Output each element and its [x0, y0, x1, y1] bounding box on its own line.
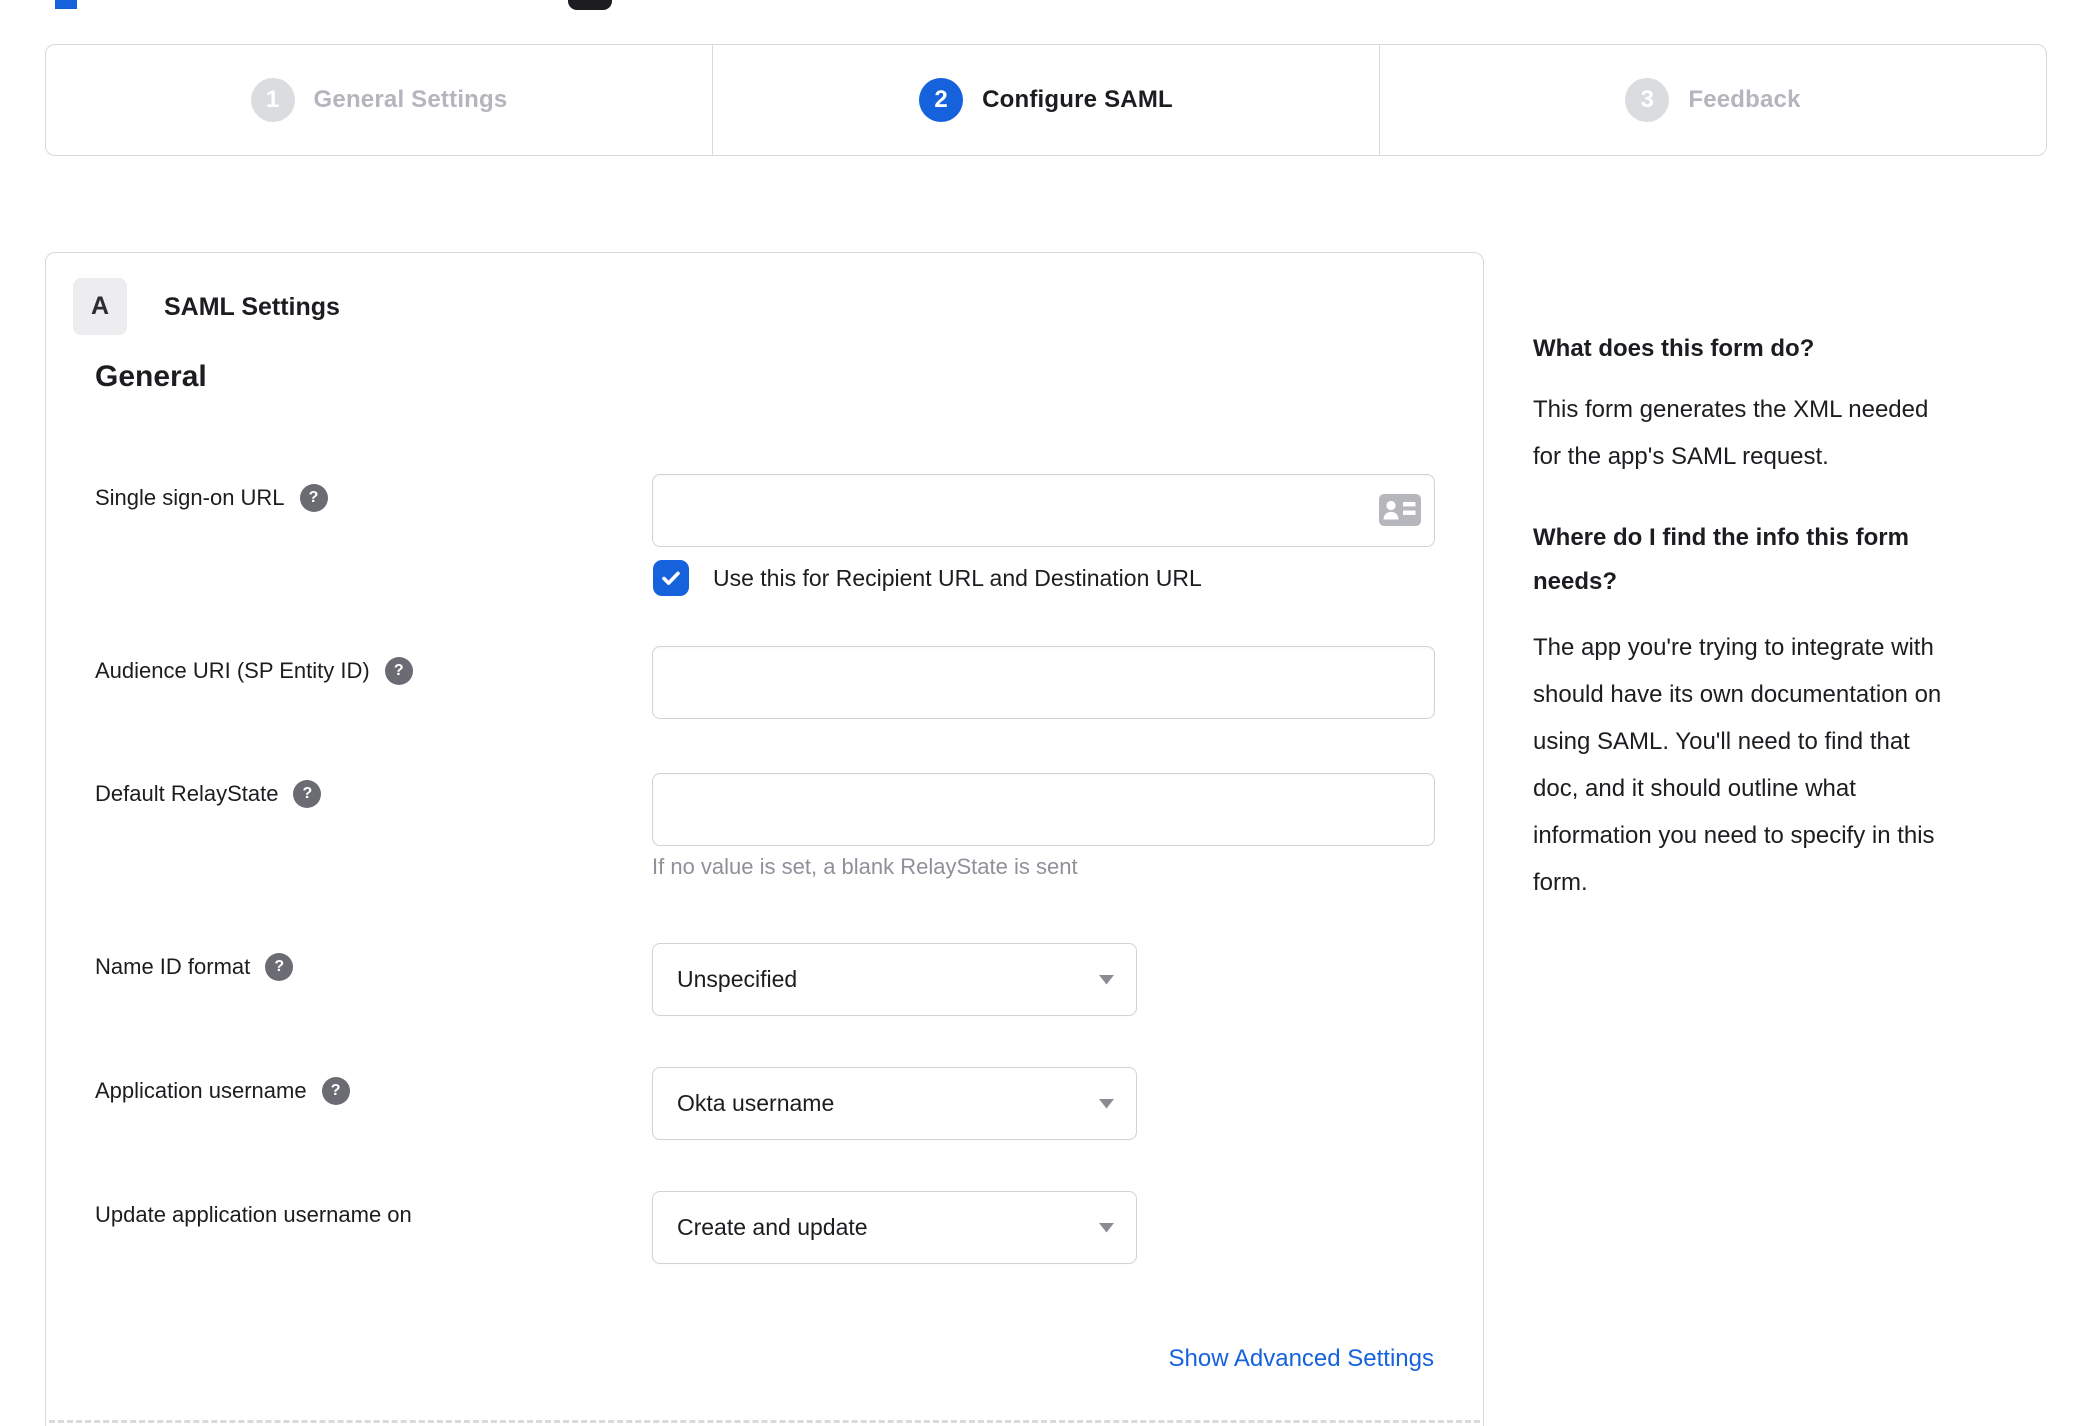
dropdown-caret-icon	[1099, 1098, 1114, 1108]
step-feedback[interactable]: 3 Feedback	[1379, 45, 2046, 155]
help-body-what: This form generates the XML needed for t…	[1533, 396, 1929, 470]
step-3-circle: 3	[1625, 78, 1670, 122]
panel-title: SAML Settings	[164, 293, 340, 321]
name-id-format-select[interactable]: Unspecified	[652, 943, 1137, 1016]
relaystate-input[interactable]	[652, 773, 1435, 846]
relaystate-label-row: Default RelayState ?	[95, 776, 322, 812]
use-for-recipient-label: Use this for Recipient URL and Destinati…	[713, 564, 1202, 591]
step-2-circle: 2	[919, 78, 964, 122]
audience-uri-label: Audience URI (SP Entity ID)	[95, 658, 370, 683]
step-3-label: Feedback	[1688, 86, 1801, 113]
app-username-label-row: Application username ?	[95, 1073, 350, 1109]
dropdown-caret-icon	[1099, 1222, 1114, 1232]
general-section-heading: General	[95, 360, 207, 393]
section-divider	[49, 1420, 1480, 1423]
step-configure-saml[interactable]: 2 Configure SAML	[712, 45, 1379, 155]
section-a-badge: A	[73, 278, 127, 335]
saml-config-screen: 1 General Settings 2 Configure SAML 3 Fe…	[0, 0, 2092, 1426]
saml-settings-panel: A SAML Settings General Single sign-on U…	[45, 252, 1484, 1426]
help-icon[interactable]: ?	[384, 657, 413, 685]
name-id-format-label-row: Name ID format ?	[95, 949, 294, 985]
sso-url-label: Single sign-on URL	[95, 485, 285, 510]
step-1-circle: 1	[250, 78, 295, 122]
help-heading-what: What does this form do?	[1533, 335, 1815, 362]
name-id-format-label: Name ID format	[95, 954, 251, 979]
checkmark-icon	[662, 571, 680, 585]
update-username-label: Update application username on	[95, 1202, 412, 1227]
help-sidebar: What does this form do? This form genera…	[1533, 334, 2038, 906]
step-general-settings[interactable]: 1 General Settings	[46, 45, 712, 155]
help-body-where: The app you're trying to integrate with …	[1533, 634, 1942, 896]
step-2-label: Configure SAML	[982, 86, 1173, 113]
update-username-select[interactable]: Create and update	[652, 1191, 1137, 1264]
use-for-recipient-checkbox[interactable]	[653, 560, 689, 596]
relaystate-hint: If no value is set, a blank RelayState i…	[652, 854, 1078, 879]
app-username-label: Application username	[95, 1078, 307, 1103]
update-username-value: Create and update	[677, 1214, 868, 1240]
step-1-label: General Settings	[313, 86, 508, 113]
help-icon[interactable]: ?	[293, 780, 322, 808]
dropdown-caret-icon	[1099, 974, 1114, 984]
app-username-value: Okta username	[677, 1090, 835, 1116]
sso-url-label-row: Single sign-on URL ?	[95, 480, 328, 516]
contact-card-icon[interactable]	[1378, 493, 1422, 527]
show-advanced-settings-link[interactable]: Show Advanced Settings	[1168, 1345, 1434, 1373]
help-icon[interactable]: ?	[321, 1077, 350, 1105]
cropped-header-icon-fragment	[568, 0, 612, 10]
app-username-select[interactable]: Okta username	[652, 1067, 1137, 1140]
audience-uri-label-row: Audience URI (SP Entity ID) ?	[95, 653, 413, 689]
name-id-format-value: Unspecified	[677, 966, 798, 992]
cropped-logo-fragment	[55, 0, 77, 9]
help-icon[interactable]: ?	[299, 484, 328, 512]
relaystate-label: Default RelayState	[95, 781, 279, 806]
audience-uri-input[interactable]	[652, 646, 1435, 719]
help-icon[interactable]: ?	[265, 953, 294, 981]
help-heading-where: Where do I find the info this form needs…	[1533, 524, 1909, 595]
wizard-stepper: 1 General Settings 2 Configure SAML 3 Fe…	[45, 44, 2047, 156]
sso-url-input[interactable]	[652, 474, 1435, 547]
update-username-label-row: Update application username on	[95, 1197, 412, 1233]
